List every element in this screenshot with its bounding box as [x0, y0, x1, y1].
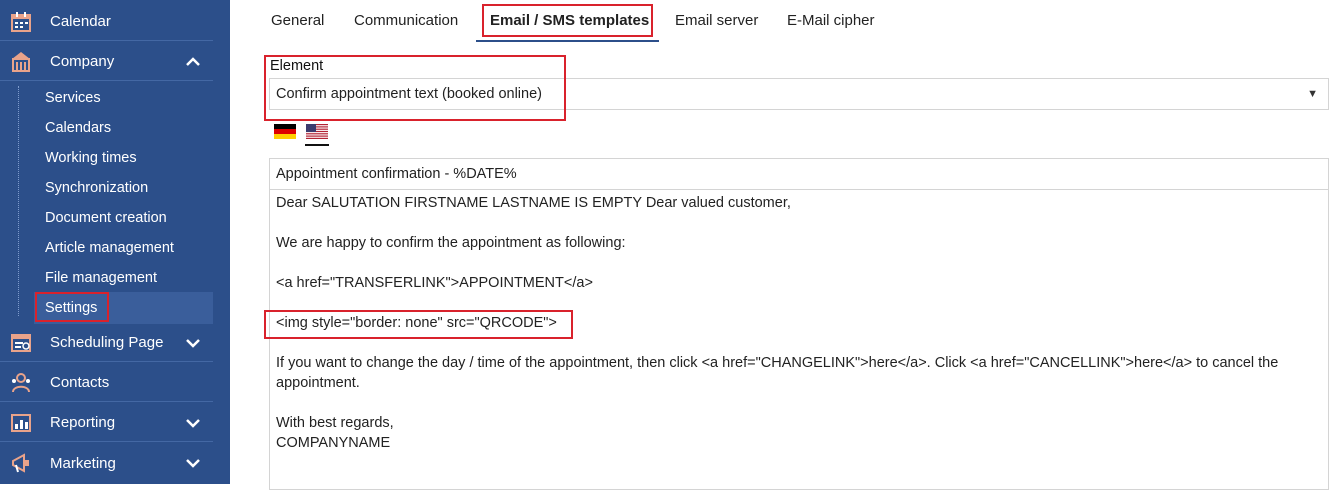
body-line: <a href="TRANSFERLINK">APPOINTMENT</a>: [276, 275, 593, 291]
tab-email-server[interactable]: Email server: [675, 12, 758, 29]
sidebar-item-settings[interactable]: Settings: [45, 297, 97, 319]
subject-field[interactable]: Appointment confirmation - %DATE%: [269, 158, 1329, 190]
nav-marketing[interactable]: Marketing: [0, 444, 213, 482]
us-flag-icon[interactable]: [306, 124, 328, 139]
active-tab-underline: [476, 40, 659, 42]
element-select[interactable]: Confirm appointment text (booked online)…: [269, 78, 1329, 110]
tab-email-sms-templates[interactable]: Email / SMS templates: [490, 12, 649, 29]
contacts-icon: [12, 372, 30, 392]
body-line: With best regards,: [276, 415, 394, 431]
nav-calendar[interactable]: Calendar: [0, 3, 213, 41]
nav-reporting[interactable]: Reporting: [0, 404, 213, 442]
selected-language-underline: [305, 144, 329, 146]
sidebar-item-working-times[interactable]: Working times: [45, 147, 137, 169]
body-line-qrcode: <img style="border: none" src="QRCODE">: [276, 315, 557, 331]
company-icon: [12, 51, 30, 72]
nav-contacts[interactable]: Contacts: [0, 364, 213, 402]
body-line: We are happy to confirm the appointment …: [276, 235, 626, 251]
dropdown-arrow-icon: ▼: [1307, 88, 1318, 100]
nav-company[interactable]: Company: [0, 43, 213, 81]
chevron-down-icon[interactable]: [185, 335, 201, 351]
tab-general[interactable]: General: [271, 12, 324, 29]
tree-line: [18, 86, 20, 316]
body-line: appointment.: [276, 375, 360, 391]
marketing-icon: [12, 453, 29, 473]
element-select-value: Confirm appointment text (booked online): [276, 86, 542, 102]
sidebar-item-calendars[interactable]: Calendars: [45, 117, 111, 139]
nav-calendar-label: Calendar: [50, 13, 111, 30]
sidebar: Calendar Company Services Calendars Work…: [0, 0, 230, 484]
chevron-down-icon[interactable]: [185, 455, 201, 471]
sidebar-item-file-management[interactable]: File management: [45, 267, 157, 289]
nav-scheduling-page-label: Scheduling Page: [50, 334, 164, 351]
chevron-down-icon[interactable]: [185, 415, 201, 431]
scheduling-page-icon: [11, 333, 31, 352]
body-line: Dear SALUTATION FIRSTNAME LASTNAME IS EM…: [276, 195, 791, 211]
chevron-up-icon[interactable]: [185, 54, 201, 70]
calendar-icon: [11, 11, 31, 32]
nav-scheduling-page[interactable]: Scheduling Page: [0, 324, 213, 362]
german-flag-icon[interactable]: [274, 124, 296, 139]
sidebar-item-services[interactable]: Services: [45, 87, 101, 109]
nav-contacts-label: Contacts: [50, 374, 110, 391]
reporting-icon: [11, 413, 31, 432]
nav-reporting-label: Reporting: [50, 414, 116, 431]
nav-marketing-label: Marketing: [50, 454, 116, 472]
sidebar-item-article-management[interactable]: Article management: [45, 237, 174, 259]
body-line: If you want to change the day / time of …: [276, 355, 1279, 371]
sidebar-item-synchronization[interactable]: Synchronization: [45, 177, 148, 199]
sidebar-item-document-creation[interactable]: Document creation: [45, 207, 167, 229]
body-line: COMPANYNAME: [276, 435, 391, 451]
tab-email-cipher[interactable]: E-Mail cipher: [787, 12, 875, 29]
tab-communication[interactable]: Communication: [354, 12, 458, 29]
nav-company-label: Company: [50, 53, 115, 70]
subject-value: Appointment confirmation - %DATE%: [276, 166, 517, 182]
element-label: Element: [270, 58, 324, 74]
